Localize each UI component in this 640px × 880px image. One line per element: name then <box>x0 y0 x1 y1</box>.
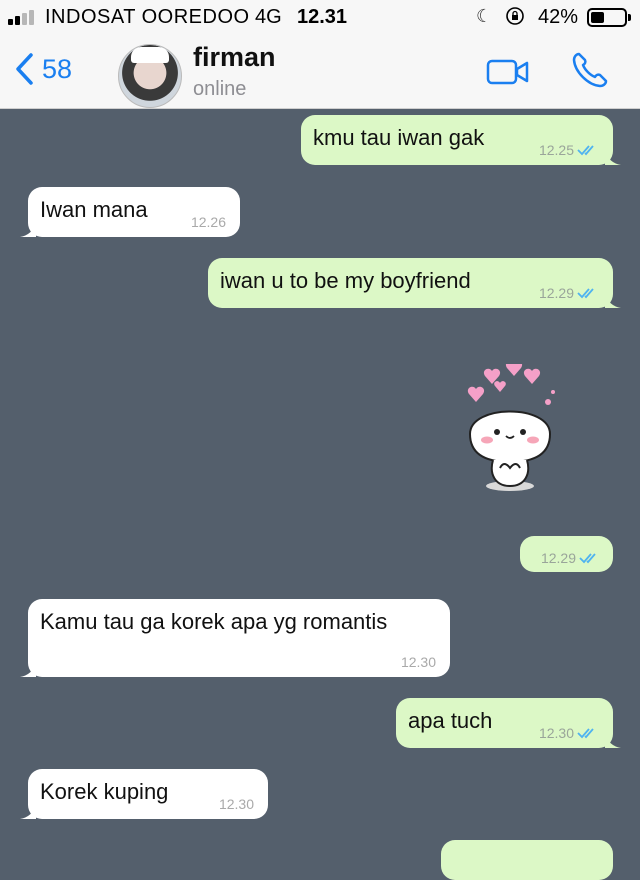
unread-count: 58 <box>42 53 73 84</box>
battery-level-fill <box>591 12 604 23</box>
message-bubble-outgoing-partial[interactable] <box>441 840 613 880</box>
battery-icon <box>587 8 631 27</box>
chevron-left-icon <box>16 53 33 85</box>
double-check-icon <box>579 553 596 564</box>
contact-name[interactable]: firman <box>193 42 276 73</box>
double-check-icon <box>577 728 594 739</box>
signal-strength-icon <box>8 10 34 25</box>
video-call-icon <box>486 59 529 85</box>
phone-icon <box>572 52 608 88</box>
message-time: 12.30 <box>400 654 436 670</box>
message-list[interactable]: kmu tau iwan gak 12.25 Iwan mana 12.26 i… <box>0 109 640 880</box>
message-bubble-incoming[interactable]: Korek kuping 12.30 <box>20 769 268 819</box>
contact-avatar[interactable] <box>118 44 182 108</box>
message-bubble-outgoing[interactable]: iwan u to be my boyfriend 12.29 <box>208 258 621 308</box>
message-time: 12.29 <box>540 550 576 566</box>
clock: 12.31 <box>297 6 348 28</box>
battery-percent: 42% <box>538 6 579 28</box>
chat-header: 58 firman online <box>0 36 640 109</box>
double-check-icon <box>577 145 594 156</box>
message-time: 12.30 <box>538 725 574 741</box>
network-type: 4G <box>255 6 282 28</box>
message-time: 12.25 <box>538 142 574 158</box>
message-time: 12.26 <box>190 214 226 230</box>
moon-icon: ☾ <box>476 6 493 26</box>
message-bubble-outgoing[interactable]: apa tuch 12.30 <box>396 698 621 748</box>
blushing-bun-sticker[interactable] <box>455 364 565 494</box>
sticker-timestamp-bubble: 12.29 <box>520 536 613 572</box>
message-bubble-incoming[interactable]: Kamu tau ga korek apa yg romantis 12.30 <box>20 599 450 677</box>
status-bar: INDOSAT OOREDOO 4G 12.31 ☾ 42% <box>0 0 640 36</box>
back-button[interactable]: 58 <box>14 52 72 86</box>
message-bubble-outgoing[interactable]: kmu tau iwan gak 12.25 <box>301 115 621 165</box>
double-check-icon <box>577 288 594 299</box>
message-text: Kamu tau ga korek apa yg romantis <box>40 609 388 634</box>
contact-status: online <box>193 78 247 100</box>
message-time: 12.29 <box>538 285 574 301</box>
message-time: 12.30 <box>218 796 254 812</box>
voice-call-button[interactable] <box>570 50 610 95</box>
rotation-lock-icon <box>505 6 525 31</box>
video-call-button[interactable] <box>486 58 530 91</box>
carrier-name: INDOSAT OOREDOO <box>45 6 250 28</box>
message-bubble-incoming[interactable]: Iwan mana 12.26 <box>20 187 240 237</box>
